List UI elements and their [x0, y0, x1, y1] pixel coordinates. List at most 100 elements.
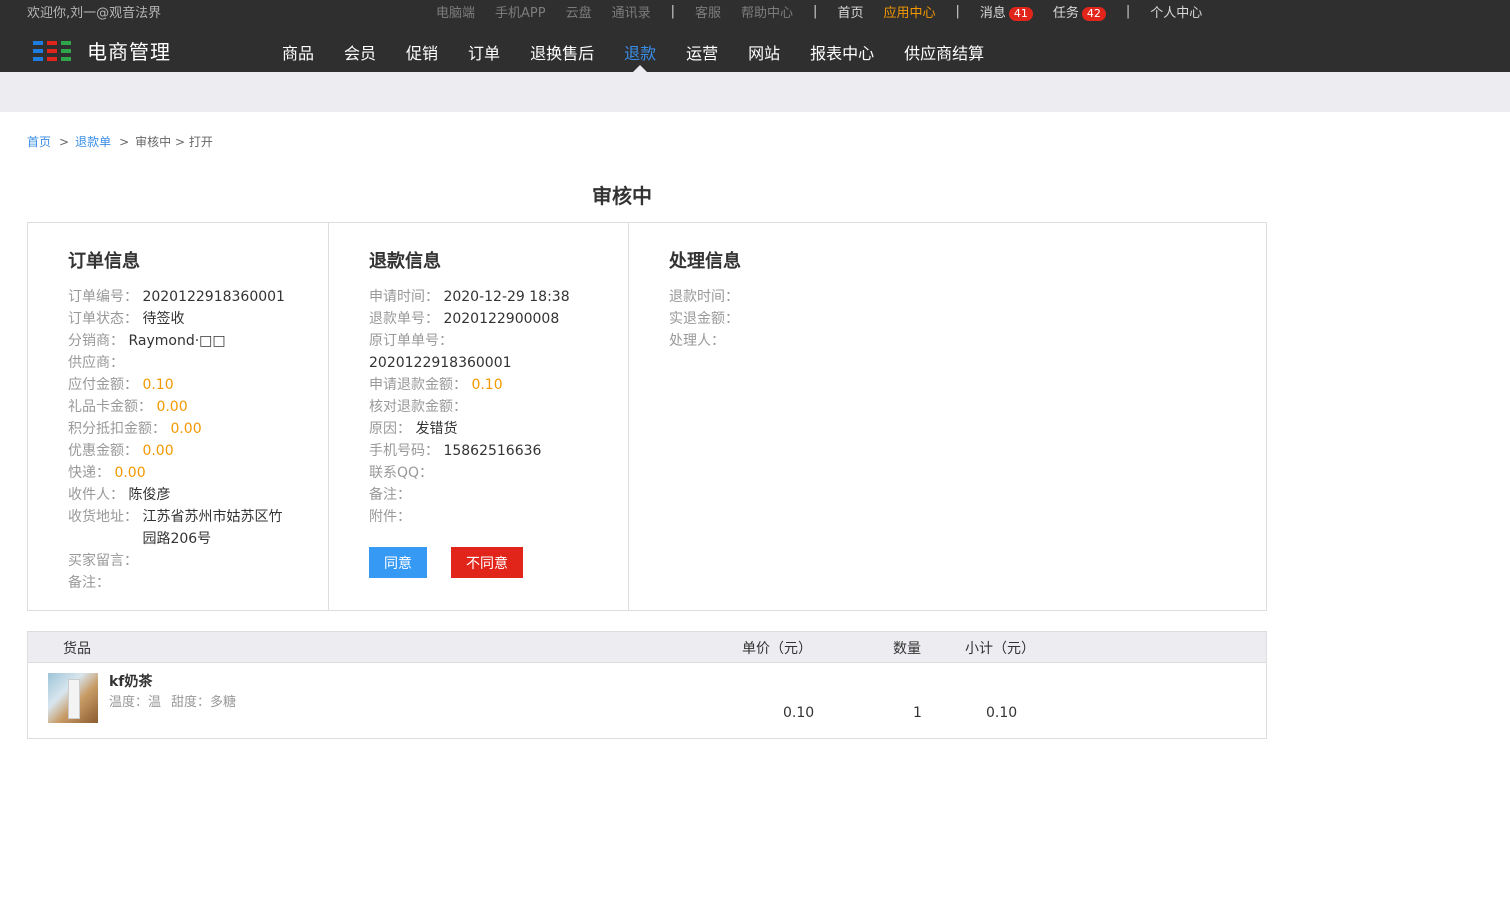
qq-row: 联系QQ： [369, 462, 628, 484]
divider: | [813, 4, 818, 19]
nav-supplier-settlement[interactable]: 供应商结算 [904, 40, 984, 64]
nav-products[interactable]: 商品 [282, 40, 314, 64]
subtotal: 0.10 [986, 705, 1018, 721]
messages-label: 消息 [979, 6, 1006, 21]
gift-card-row: 礼品卡金额： 0.00 [68, 396, 328, 418]
product-image[interactable] [48, 673, 98, 723]
label: 礼品卡金额： [68, 399, 152, 415]
label: 备注： [68, 575, 110, 591]
nav-orders[interactable]: 订单 [468, 40, 500, 64]
link-desktop[interactable]: 电脑端 [436, 2, 475, 21]
orig-order-no-value-row: 2020122918360001 [369, 352, 628, 374]
nav-returns[interactable]: 退换售后 [530, 40, 594, 64]
link-contacts[interactable]: 通讯录 [612, 2, 651, 21]
points-row: 积分抵扣金额： 0.00 [68, 418, 328, 440]
spec-sweetness: 甜度：多糖 [171, 695, 237, 710]
messages-badge: 41 [1008, 7, 1033, 21]
refund-no-value: 2020122900008 [443, 311, 560, 327]
label: 优惠金额： [68, 443, 138, 459]
link-customer-service[interactable]: 客服 [695, 2, 721, 21]
points-value: 0.00 [170, 421, 202, 437]
reason-row: 原因： 发错货 [369, 418, 628, 440]
apply-amount-value: 0.10 [471, 377, 503, 393]
tasks-label: 任务 [1052, 6, 1079, 21]
link-help-center[interactable]: 帮助中心 [741, 2, 793, 21]
link-messages[interactable]: 消息 41 [980, 2, 1033, 21]
check-amount-row: 核对退款金额： [369, 396, 628, 418]
disagree-button[interactable]: 不同意 [451, 547, 523, 578]
nav-promotions[interactable]: 促销 [406, 40, 438, 64]
breadcrumb-separator: > [119, 135, 130, 149]
table-row: kf奶茶 温度：温 甜度：多糖 0.10 1 0.10 [28, 663, 1266, 738]
nav-members[interactable]: 会员 [344, 40, 376, 64]
buyer-message-row: 买家留言： [68, 550, 328, 572]
order-remark-row: 备注： [68, 572, 328, 594]
breadcrumb: 首页 > 退款单 > 审核中 > 打开 [27, 133, 213, 150]
refund-info-title: 退款信息 [369, 251, 441, 272]
app-logo[interactable]: 电商管理 [33, 36, 171, 65]
nav-website[interactable]: 网站 [748, 40, 780, 64]
refund-info-section: 退款信息 申请时间： 2020-12-29 18:38 退款单号： 202012… [329, 223, 629, 610]
label: 原订单单号： [369, 333, 453, 349]
distributor-row: 分销商： Raymond·□□ [68, 330, 328, 352]
link-cloud-disk[interactable]: 云盘 [566, 2, 592, 21]
reason-value: 发错货 [415, 421, 458, 437]
product-name[interactable]: kf奶茶 [109, 671, 152, 691]
refund-remark-row: 备注： [369, 484, 628, 506]
breadcrumb-current: 审核中 > 打开 [135, 135, 213, 149]
label: 附件： [369, 509, 411, 525]
label: 收货地址： [68, 509, 138, 525]
order-status-value: 待签收 [142, 311, 185, 327]
label: 退款单号： [369, 311, 439, 327]
order-no-row: 订单编号： 2020122918360001 [68, 286, 328, 308]
nav-reports[interactable]: 报表中心 [810, 40, 874, 64]
label: 申请退款金额： [369, 377, 467, 393]
shipping-value: 0.00 [114, 465, 146, 481]
agree-button[interactable]: 同意 [369, 547, 427, 578]
product-specs: 温度：温 甜度：多糖 [109, 691, 236, 710]
handler-row: 处理人： [669, 330, 1266, 352]
nav-refunds[interactable]: 退款 [624, 40, 656, 73]
actual-amount-row: 实退金额： [669, 308, 1266, 330]
link-tasks[interactable]: 任务 42 [1053, 2, 1106, 21]
supplier-row: 供应商： [68, 352, 328, 374]
action-buttons: 同意 不同意 [369, 547, 628, 578]
order-status-row: 订单状态： 待签收 [68, 308, 328, 330]
shipping-row: 快递： 0.00 [68, 462, 328, 484]
order-info-section: 订单信息 订单编号： 2020122918360001 订单状态： 待签收 分销… [28, 223, 329, 610]
label: 积分抵扣金额： [68, 421, 166, 437]
link-home[interactable]: 首页 [837, 2, 863, 21]
phone-value: 15862516636 [443, 443, 542, 459]
utility-links: 电脑端 手机APP 云盘 通讯录 | 客服 帮助中心 | 首页 应用中心 | 消… [436, 2, 1222, 21]
breadcrumb-home[interactable]: 首页 [27, 135, 51, 149]
unit-price: 0.10 [783, 705, 815, 721]
label: 快递： [68, 465, 110, 481]
header-subtotal: 小计（元） [965, 641, 1035, 657]
process-info-section: 处理信息 退款时间： 实退金额： 处理人： [629, 223, 1266, 610]
label: 申请时间： [369, 289, 439, 305]
label: 退款时间： [669, 289, 739, 305]
label: 订单编号： [68, 289, 138, 305]
link-app-center[interactable]: 应用中心 [883, 2, 935, 21]
header-item: 货品 [63, 641, 91, 657]
page-title: 审核中 [592, 184, 652, 208]
orig-order-no-value: 2020122918360001 [369, 355, 512, 371]
label: 收件人： [68, 487, 124, 503]
sub-nav-bar [0, 72, 1510, 112]
receiver-row: 收件人： 陈俊彦 [68, 484, 328, 506]
link-mobile-app[interactable]: 手机APP [495, 2, 546, 21]
label: 供应商： [68, 355, 124, 371]
header-quantity: 数量 [893, 641, 921, 657]
attachment-row: 附件： [369, 506, 628, 528]
receiver-value: 陈俊彦 [128, 487, 171, 503]
breadcrumb-refund-list[interactable]: 退款单 [75, 135, 111, 149]
distributor-value: Raymond·□□ [128, 333, 226, 349]
breadcrumb-separator: > [59, 135, 70, 149]
quantity: 1 [913, 705, 922, 721]
nav-operations[interactable]: 运营 [686, 40, 718, 64]
label: 处理人： [669, 333, 725, 349]
divider: | [670, 4, 676, 19]
link-personal-center[interactable]: 个人中心 [1150, 2, 1202, 21]
payable-value: 0.10 [142, 377, 174, 393]
top-utility-bar: 欢迎你,刘一@观音法界 电脑端 手机APP 云盘 通讯录 | 客服 帮助中心 |… [0, 0, 1510, 22]
